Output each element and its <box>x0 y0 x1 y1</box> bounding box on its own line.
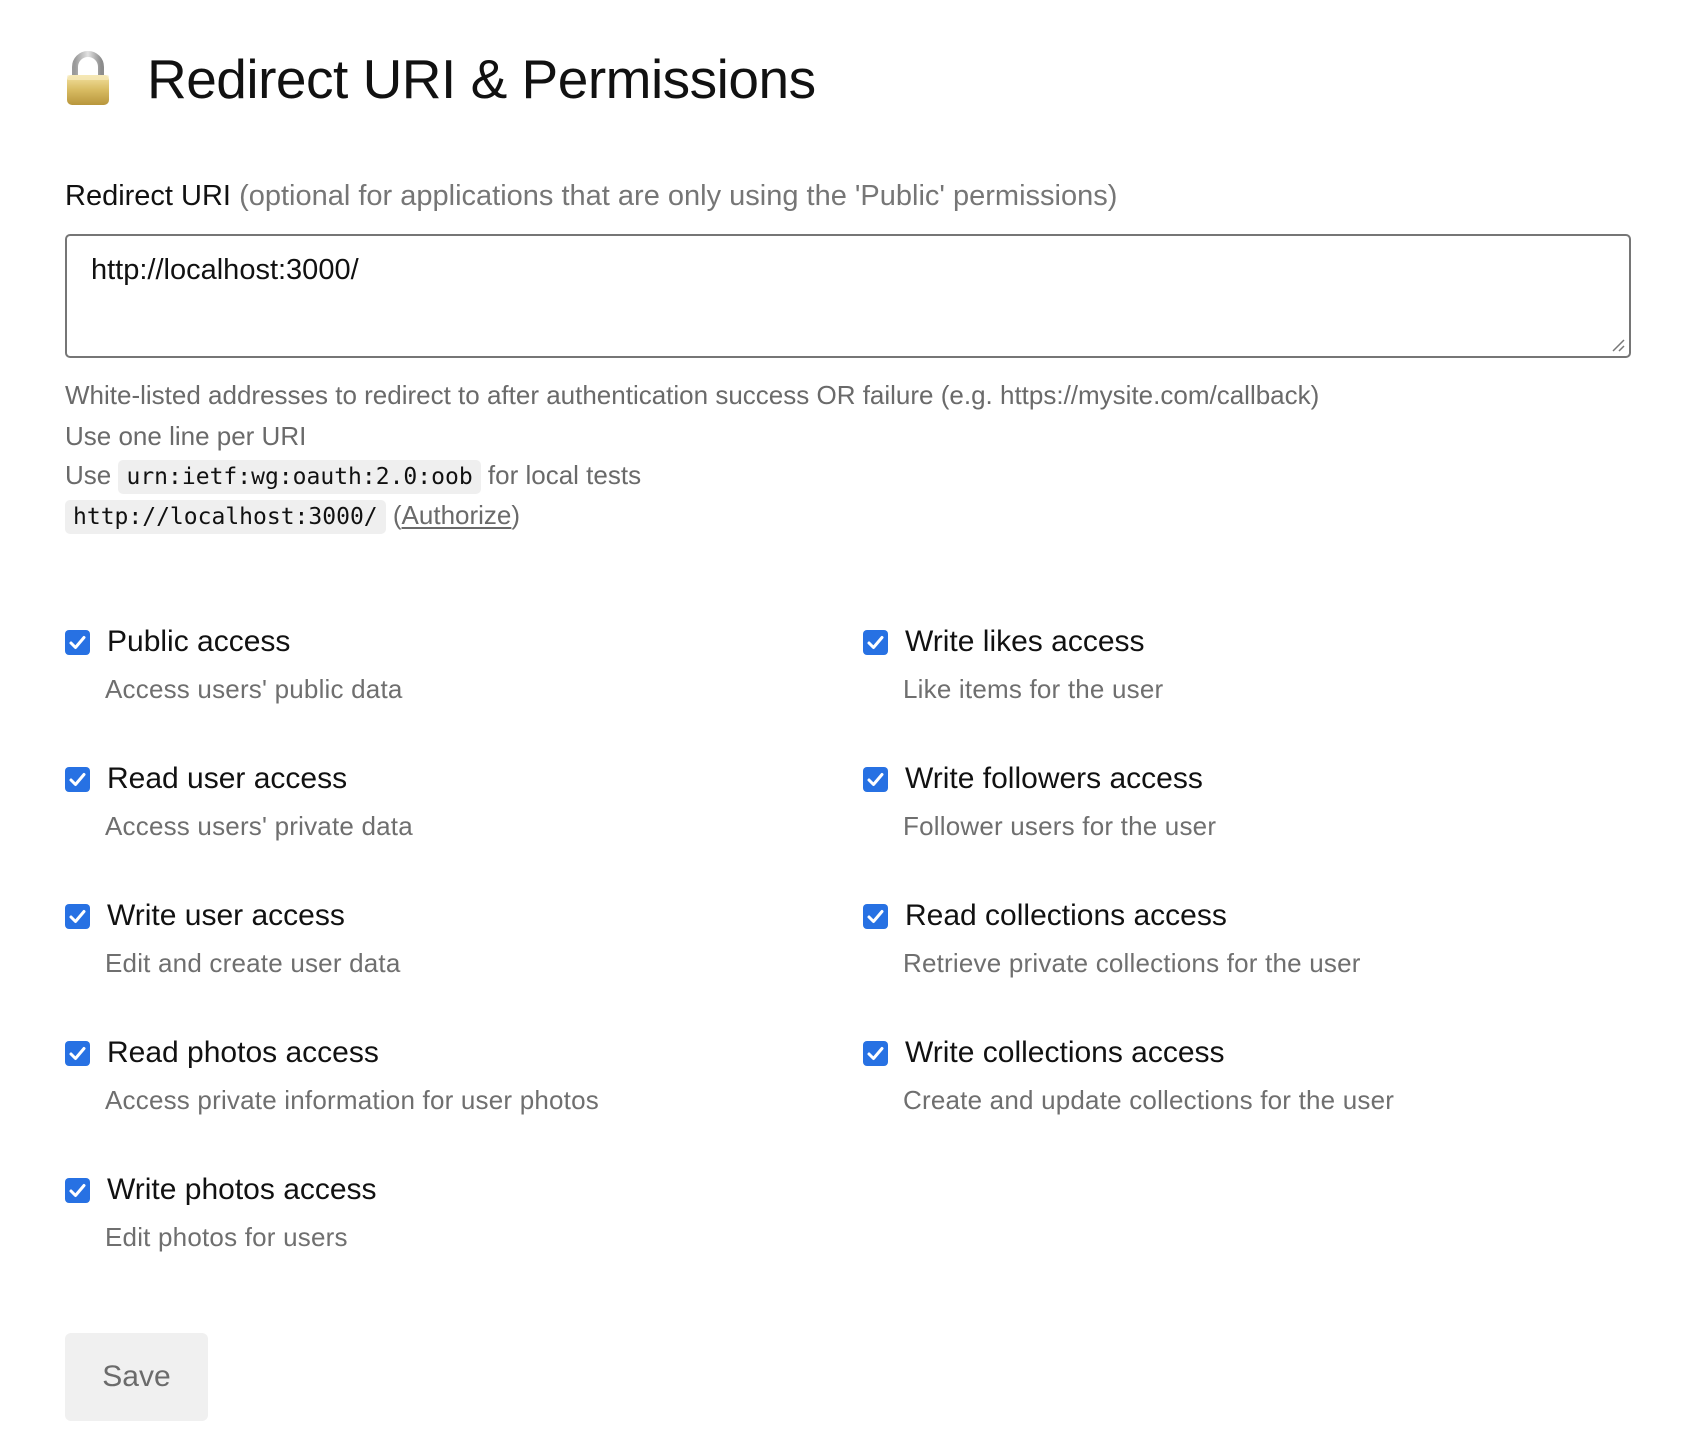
permission-label: Read collections access <box>905 899 1227 932</box>
checkbox-checked-icon[interactable] <box>863 629 888 655</box>
permission-read-photos-toggle[interactable]: Read photos access <box>65 1033 825 1073</box>
permission-description: Create and update collections for the us… <box>903 1085 1395 1115</box>
permission-read-user: Read user access Access users' private d… <box>65 759 825 842</box>
permission-description: Edit and create user data <box>105 948 401 978</box>
authorize-link[interactable]: Authorize <box>402 500 512 530</box>
permission-label: Write user access <box>107 899 345 932</box>
permission-description: Follower users for the user <box>903 811 1217 841</box>
lock-icon <box>65 51 111 107</box>
checkbox-checked-icon[interactable] <box>863 903 888 929</box>
checkbox-checked-icon[interactable] <box>65 766 90 792</box>
permission-label: Write followers access <box>905 762 1203 795</box>
permission-public-toggle[interactable]: Public access <box>65 622 825 662</box>
checkbox-checked-icon[interactable] <box>863 766 888 792</box>
permission-write-followers: Write followers access Follower users fo… <box>863 759 1623 842</box>
permission-public: Public access Access users' public data <box>65 622 825 705</box>
resize-grip-icon[interactable] <box>1611 338 1625 352</box>
redirect-uri-label-text: Redirect URI <box>65 180 231 212</box>
permission-write-photos: Write photos access Edit photos for user… <box>65 1170 825 1253</box>
permission-description: Access users' private data <box>105 811 413 841</box>
permission-write-collections: Write collections access Create and upda… <box>863 1033 1623 1116</box>
permission-description: Edit photos for users <box>105 1222 348 1252</box>
authorize-paren-close: ) <box>511 500 521 530</box>
page-title: Redirect URI & Permissions <box>147 48 816 110</box>
checkbox-checked-icon[interactable] <box>863 1040 888 1066</box>
permission-label: Write photos access <box>107 1173 377 1206</box>
permission-description: Like items for the user <box>903 674 1164 704</box>
permission-description: Access users' public data <box>105 674 403 704</box>
page-header: Redirect URI & Permissions <box>65 44 816 114</box>
permission-read-collections: Read collections access Retrieve private… <box>863 896 1623 979</box>
permission-read-user-toggle[interactable]: Read user access <box>65 759 825 799</box>
help-text-for-local-tests: for local tests <box>487 460 642 490</box>
checkbox-checked-icon[interactable] <box>65 1040 90 1066</box>
permission-write-user: Write user access Edit and create user d… <box>65 896 825 979</box>
authorize-paren-open: ( <box>392 500 402 530</box>
permission-label: Write likes access <box>905 625 1145 658</box>
help-text-one-line: Use one line per URI <box>65 421 307 451</box>
help-text-authorize: http://localhost:3000/ (Authorize) <box>65 500 521 534</box>
permission-description: Access private information for user phot… <box>105 1085 599 1115</box>
redirect-uri-label-hint: (optional for applications that are only… <box>239 180 1118 212</box>
help-text-use: Use <box>65 460 112 490</box>
help-text-local-tests: Use urn:ietf:wg:oauth:2.0:oob for local … <box>65 460 642 494</box>
permission-label: Write collections access <box>905 1036 1225 1069</box>
permission-write-user-toggle[interactable]: Write user access <box>65 896 825 936</box>
permission-label: Read user access <box>107 762 348 795</box>
permission-label: Public access <box>107 625 291 658</box>
permission-read-photos: Read photos access Access private inform… <box>65 1033 825 1116</box>
help-text-whitelist: White-listed addresses to redirect to af… <box>65 380 1320 410</box>
checkbox-checked-icon[interactable] <box>65 903 90 929</box>
oob-code: urn:ietf:wg:oauth:2.0:oob <box>118 460 481 494</box>
permission-description: Retrieve private collections for the use… <box>903 948 1361 978</box>
permission-write-likes: Write likes access Like items for the us… <box>863 622 1623 705</box>
checkbox-checked-icon[interactable] <box>65 629 90 655</box>
permission-write-likes-toggle[interactable]: Write likes access <box>863 622 1623 662</box>
permission-label: Read photos access <box>107 1036 379 1069</box>
redirect-uri-textarea[interactable] <box>65 234 1631 358</box>
permission-write-photos-toggle[interactable]: Write photos access <box>65 1170 825 1210</box>
permission-read-collections-toggle[interactable]: Read collections access <box>863 896 1623 936</box>
save-button[interactable]: Save <box>65 1333 208 1421</box>
redirect-uri-label: Redirect URI (optional for applications … <box>65 180 1117 213</box>
checkbox-checked-icon[interactable] <box>65 1177 90 1203</box>
permission-write-collections-toggle[interactable]: Write collections access <box>863 1033 1623 1073</box>
localhost-code: http://localhost:3000/ <box>65 500 386 534</box>
permission-write-followers-toggle[interactable]: Write followers access <box>863 759 1623 799</box>
